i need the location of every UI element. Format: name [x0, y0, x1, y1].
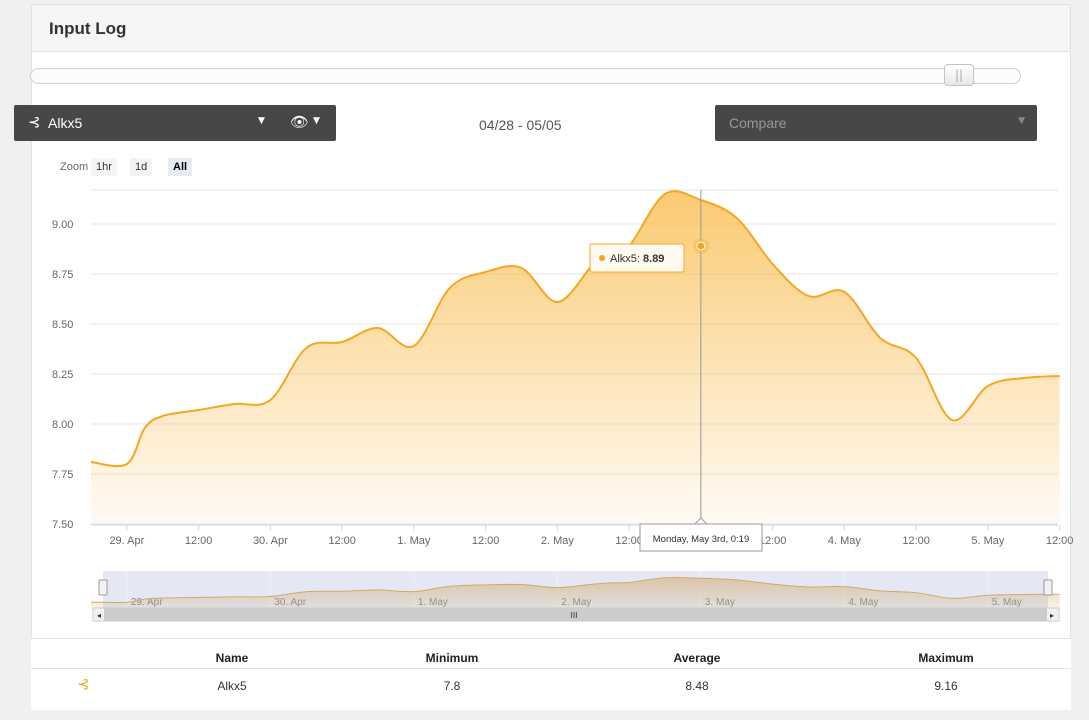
x-tick-label: 12:00: [615, 535, 643, 547]
y-tick-label: 7.50: [52, 519, 73, 531]
navigator-right-handle[interactable]: [1043, 579, 1053, 596]
x-tick-label: 30. Apr: [253, 535, 288, 547]
series-area-alkx5: [91, 191, 1060, 525]
probe-icon: ⊰: [77, 676, 90, 693]
page-bottom-strip: [0, 710, 1089, 720]
hover-point: [696, 241, 706, 251]
stats-cell-name: Alkx5: [217, 679, 247, 693]
x-tick-label: 4. May: [828, 535, 862, 547]
x-tick-label: 2. May: [541, 535, 575, 547]
y-tick-label: 8.50: [52, 319, 73, 331]
stats-header-minimum: Minimum: [425, 651, 479, 665]
value-tooltip: Alkx5: 8.89: [589, 243, 685, 273]
stats-header-name: Name: [215, 651, 249, 665]
value-tooltip-series: Alkx5:: [610, 253, 643, 265]
x-tick-label: 12:00: [759, 535, 787, 547]
y-tick-label: 8.75: [52, 269, 73, 281]
y-tick-label: 8.00: [52, 419, 73, 431]
x-tick-label: 12:00: [1046, 535, 1074, 547]
x-tick-label: 29. Apr: [109, 535, 144, 547]
stats-cell-average: 8.48: [685, 679, 709, 693]
stats-header-maximum: Maximum: [918, 651, 974, 665]
stats-divider: [31, 668, 1071, 669]
stats-header-average: Average: [673, 651, 721, 665]
x-tick-label: 1. May: [397, 535, 431, 547]
x-tick-label: 12:00: [185, 535, 213, 547]
value-tooltip-value: 8.89: [643, 253, 664, 265]
scroll-right-arrow-icon[interactable]: ▸: [1050, 611, 1054, 620]
y-tick-label: 7.75: [52, 469, 73, 481]
x-tick-label: 12:00: [472, 535, 500, 547]
scrollbar-grip-icon: III: [570, 611, 577, 620]
stats-table: Name Minimum Average Maximum ⊰ Alkx5 7.8…: [31, 638, 1071, 710]
x-tick-label: 5. May: [971, 535, 1005, 547]
value-tooltip-bullet: [599, 255, 605, 261]
stats-cell-maximum: 9.16: [934, 679, 958, 693]
scroll-left-arrow-icon[interactable]: ◂: [97, 611, 101, 620]
x-tick-label: 12:00: [902, 535, 930, 547]
y-tick-label: 9.00: [52, 219, 73, 231]
y-tick-label: 8.25: [52, 369, 73, 381]
value-tooltip-text: Alkx5: 8.89: [610, 253, 664, 265]
alkx5-chart: 7.50 7.75 8.00 8.25 8.50 8.75 9.00 29. Apr 12:00…: [52, 189, 1074, 622]
time-tooltip-text: Monday, May 3rd, 0:19: [653, 534, 749, 545]
stats-cell-minimum: 7.8: [443, 679, 461, 693]
x-tick-label: 12:00: [328, 535, 356, 547]
navigator-left-handle[interactable]: [98, 579, 108, 596]
